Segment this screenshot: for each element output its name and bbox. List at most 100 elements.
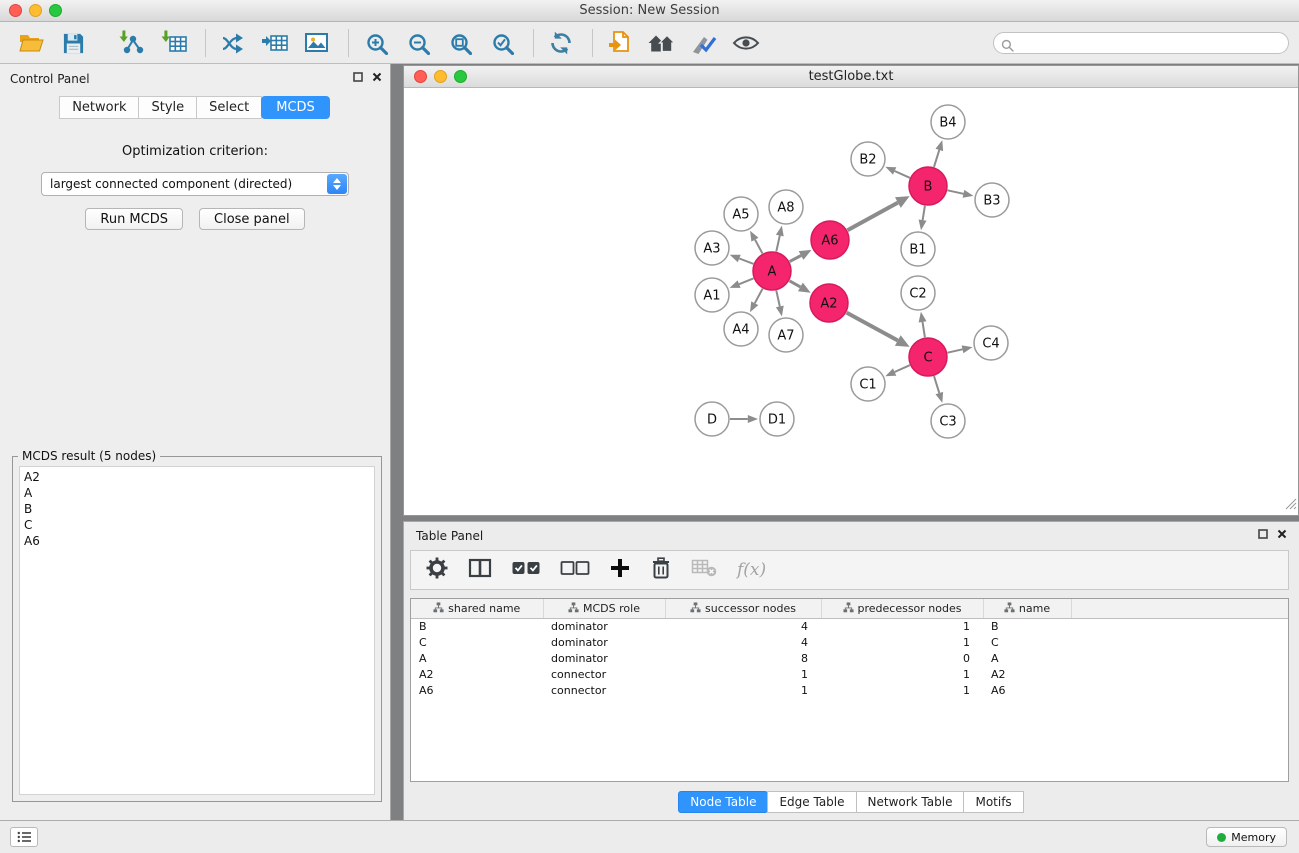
memory-button[interactable]: Memory <box>1206 827 1287 847</box>
table-cell[interactable]: connector <box>543 667 665 683</box>
zoom-in-button[interactable] <box>361 27 391 59</box>
search-input[interactable] <box>993 32 1289 54</box>
table-cell[interactable]: C <box>983 635 1071 651</box>
minimize-window-button[interactable] <box>29 4 42 17</box>
graph-edge[interactable] <box>934 376 939 393</box>
open-session-button[interactable] <box>16 27 46 59</box>
graph-edge[interactable] <box>790 256 802 262</box>
table-cell[interactable]: 1 <box>665 667 821 683</box>
close-window-button[interactable] <box>9 4 22 17</box>
table-cell[interactable]: A6 <box>411 683 543 699</box>
table-cell[interactable]: 1 <box>821 683 983 699</box>
float-panel-icon[interactable] <box>1258 529 1268 539</box>
table-cell[interactable]: 0 <box>821 651 983 667</box>
graph-edge[interactable] <box>776 291 780 307</box>
graph-edge[interactable] <box>755 240 762 254</box>
tab-edge-table[interactable]: Edge Table <box>767 791 856 813</box>
add-row-button[interactable] <box>609 557 631 583</box>
refresh-button[interactable] <box>546 27 576 59</box>
graph-edge[interactable] <box>776 236 780 252</box>
table-row[interactable]: Bdominator41B <box>411 618 1288 635</box>
network-canvas[interactable]: B4B2BB3A8A5A6B1A3AC2A1A2A4A7C4CC1C3DD1 <box>404 88 1298 515</box>
import-network-button[interactable] <box>117 27 147 59</box>
close-panel-icon[interactable] <box>372 72 382 82</box>
graph-edge[interactable] <box>923 206 925 220</box>
graph-edge[interactable] <box>948 349 963 352</box>
table-cell[interactable]: A <box>983 651 1071 667</box>
table-cell[interactable]: dominator <box>543 618 665 635</box>
list-item[interactable]: A <box>20 485 374 501</box>
column-header[interactable]: predecessor nodes <box>821 599 983 618</box>
apply-style-button[interactable] <box>689 27 719 59</box>
show-hide-button[interactable] <box>731 27 761 59</box>
list-item[interactable]: B <box>20 501 374 517</box>
tab-network[interactable]: Network <box>59 96 139 119</box>
table-row[interactable]: A6connector11A6 <box>411 683 1288 699</box>
graph-edge[interactable] <box>934 150 939 167</box>
zoom-frame-button[interactable] <box>454 70 467 83</box>
list-item[interactable]: A2 <box>20 469 374 485</box>
list-item[interactable]: A6 <box>20 533 374 549</box>
table-cell[interactable]: B <box>411 618 543 635</box>
table-cell[interactable]: A6 <box>983 683 1071 699</box>
run-mcds-button[interactable]: Run MCDS <box>85 208 183 230</box>
table-row[interactable]: Cdominator41C <box>411 635 1288 651</box>
graph-edge[interactable] <box>923 322 925 337</box>
close-frame-button[interactable] <box>414 70 427 83</box>
float-panel-icon[interactable] <box>353 72 363 82</box>
show-columns-button[interactable] <box>468 557 492 583</box>
graph-edge[interactable] <box>895 171 910 178</box>
table-cell[interactable]: connector <box>543 683 665 699</box>
table-cell[interactable]: A2 <box>411 667 543 683</box>
column-header[interactable]: successor nodes <box>665 599 821 618</box>
network-window-titlebar[interactable]: testGlobe.txt <box>404 66 1298 88</box>
graph-edge[interactable] <box>789 281 800 287</box>
table-cell[interactable]: 1 <box>665 683 821 699</box>
tab-mcds[interactable]: MCDS <box>261 96 330 119</box>
tab-select[interactable]: Select <box>196 96 262 119</box>
table-cell[interactable]: B <box>983 618 1071 635</box>
table-cell[interactable]: 4 <box>665 618 821 635</box>
graph-edge[interactable] <box>847 313 898 341</box>
zoom-fit-button[interactable] <box>445 27 475 59</box>
table-cell[interactable]: 4 <box>665 635 821 651</box>
tab-motifs[interactable]: Motifs <box>963 791 1023 813</box>
graph-edge[interactable] <box>755 289 763 304</box>
tab-network-table[interactable]: Network Table <box>856 791 965 813</box>
delete-row-button[interactable] <box>650 556 672 584</box>
table-cell[interactable]: A <box>411 651 543 667</box>
graph-edge[interactable] <box>848 203 898 231</box>
zoom-out-button[interactable] <box>403 27 433 59</box>
table-cell[interactable]: 8 <box>665 651 821 667</box>
deselect-all-button[interactable] <box>560 558 590 582</box>
graph-edge[interactable] <box>895 365 910 372</box>
table-row[interactable]: Adominator80A <box>411 651 1288 667</box>
export-image-button[interactable] <box>302 27 332 59</box>
table-row[interactable]: A2connector11A2 <box>411 667 1288 683</box>
select-all-button[interactable] <box>511 558 541 582</box>
table-cell[interactable]: C <box>411 635 543 651</box>
save-session-button[interactable] <box>58 27 88 59</box>
zoom-window-button[interactable] <box>49 4 62 17</box>
task-history-button[interactable] <box>10 827 38 847</box>
minimize-frame-button[interactable] <box>434 70 447 83</box>
column-header[interactable]: name <box>983 599 1071 618</box>
network-arrows-button[interactable] <box>218 27 248 59</box>
table-cell[interactable]: dominator <box>543 651 665 667</box>
table-cell[interactable]: 1 <box>821 667 983 683</box>
close-panel-button[interactable]: Close panel <box>199 208 305 230</box>
column-header[interactable]: MCDS role <box>543 599 665 618</box>
graph-edge[interactable] <box>948 190 964 194</box>
table-cell[interactable]: 1 <box>821 635 983 651</box>
column-header[interactable]: shared name <box>411 599 543 618</box>
tab-style[interactable]: Style <box>138 96 197 119</box>
table-arrows-button[interactable] <box>260 27 290 59</box>
import-table-button[interactable] <box>159 27 189 59</box>
table-cell[interactable]: 1 <box>821 618 983 635</box>
table-cell[interactable]: A2 <box>983 667 1071 683</box>
list-item[interactable]: C <box>20 517 374 533</box>
new-document-button[interactable] <box>605 27 635 59</box>
home-button[interactable] <box>647 27 677 59</box>
zoom-selected-button[interactable] <box>487 27 517 59</box>
resize-grip-icon[interactable] <box>1285 495 1297 514</box>
